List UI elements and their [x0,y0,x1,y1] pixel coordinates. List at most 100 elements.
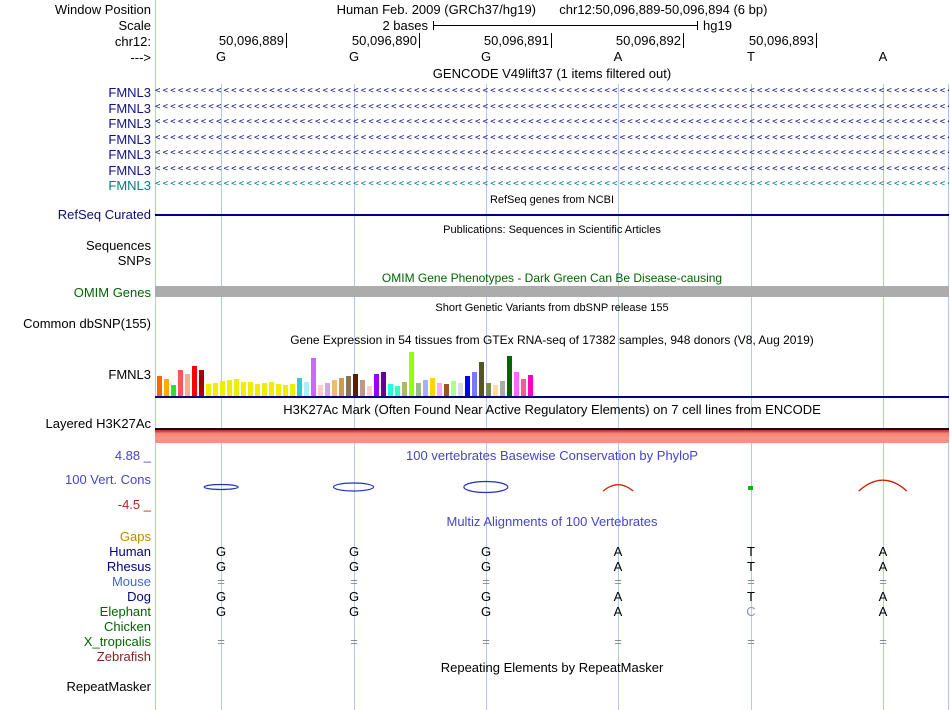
gene-intron-arrows[interactable]: <<<<<<<<<<<<<<<<<<<<<<<<<<<<<<<<<<<<<<<<… [155,116,949,129]
genome-browser-view: Window Position Human Feb. 2009 (GRCh37/… [0,0,950,710]
species-label-chicken[interactable]: Chicken [0,619,151,634]
gtex-tissue-bar [388,384,393,396]
species-label-x_tropicalis[interactable]: X_tropicalis [0,634,151,649]
reference-base: G [348,49,360,64]
track-title-refseq[interactable]: RefSeq genes from NCBI [155,194,949,206]
phylop-wiggle[interactable] [155,476,949,498]
gene-intron-arrows[interactable]: <<<<<<<<<<<<<<<<<<<<<<<<<<<<<<<<<<<<<<<<… [155,163,949,176]
track-title-repeatmasker[interactable]: Repeating Elements by RepeatMasker [155,660,949,675]
track-label-refseq-curated[interactable]: RefSeq Curated [0,207,151,222]
gtex-tissue-bar [332,380,337,396]
reference-base: G [480,49,492,64]
gtex-tissue-bar [346,376,351,396]
alignment-base: = [614,634,622,649]
gtex-tissue-bar [269,382,274,396]
track-label-sequences[interactable]: Sequences [0,238,151,253]
chrom-label: chr12: [114,34,151,49]
track-label-snps[interactable]: SNPs [0,253,151,268]
reference-base: G [215,49,227,64]
phylop-lens [463,480,509,494]
gtex-tissue-bar [255,384,260,396]
gtex-tissue-bar [521,379,526,396]
track-label-layered-h3k27ac[interactable]: Layered H3K27Ac [0,416,151,431]
reference-base: A [613,49,623,64]
gtex-tissue-bar [171,385,176,396]
gene-label-fmnl3[interactable]: FMNL3 [0,85,151,100]
track-label-common-dbsnp[interactable]: Common dbSNP(155) [0,316,151,331]
track-title-phylop[interactable]: 100 vertebrates Basewise Conservation by… [155,448,949,463]
gtex-tissue-bar [500,381,505,396]
alignment-base: A [613,544,623,559]
species-label-elephant[interactable]: Elephant [0,604,151,619]
alignment-base: = [217,634,225,649]
gene-label-fmnl3[interactable]: FMNL3 [0,147,151,162]
gene-label-fmnl3[interactable]: FMNL3 [0,178,151,193]
h3k27ac-signal-bar[interactable] [155,428,949,443]
alignment-base: A [878,544,888,559]
gtex-tissue-bar [311,358,316,396]
track-label-omim-genes[interactable]: OMIM Genes [0,285,151,300]
alignment-base: = [879,634,887,649]
refseq-gene-bar[interactable] [155,214,949,216]
gtex-baseline [155,396,949,398]
species-label-dog[interactable]: Dog [0,589,151,604]
alignment-base: = [350,574,358,589]
gtex-expression-bars[interactable] [157,351,537,396]
gene-label-fmnl3[interactable]: FMNL3 [0,116,151,131]
track-title-gtex[interactable]: Gene Expression in 54 tissues from GTEx … [155,333,949,347]
track-title-gencode[interactable]: GENCODE V49lift37 (1 items filtered out) [155,66,949,81]
track-label-100-vert-cons[interactable]: 100 Vert. Cons [0,472,151,487]
phylop-min-label: -4.5 _ [117,497,151,512]
ruler-tick: 50,096,892 [616,33,684,48]
gtex-tissue-bar [241,382,246,396]
alignment-base: = [482,574,490,589]
gene-intron-arrows[interactable]: <<<<<<<<<<<<<<<<<<<<<<<<<<<<<<<<<<<<<<<<… [155,101,949,114]
gtex-tissue-bar [297,378,302,396]
gtex-tissue-bar [276,384,281,396]
track-title-publications[interactable]: Publications: Sequences in Scientific Ar… [155,224,949,236]
position-range-label: chr12:50,096,889-50,096,894 (6 bp) [559,2,768,17]
track-title-dbsnp[interactable]: Short Genetic Variants from dbSNP releas… [155,302,949,314]
track-title-h3k27ac[interactable]: H3K27Ac Mark (Often Found Near Active Re… [155,402,949,417]
species-label-mouse[interactable]: Mouse [0,574,151,589]
scale-bases-text: 2 bases [382,18,428,33]
ruler-tick: 50,096,889 [219,33,287,48]
species-label-human[interactable]: Human [0,544,151,559]
alignment-base: G [348,544,360,559]
alignment-base: G [348,589,360,604]
gene-label-fmnl3[interactable]: FMNL3 [0,101,151,116]
gtex-tissue-bar [185,374,190,396]
gene-intron-arrows[interactable]: <<<<<<<<<<<<<<<<<<<<<<<<<<<<<<<<<<<<<<<<… [155,85,949,98]
gene-intron-arrows[interactable]: <<<<<<<<<<<<<<<<<<<<<<<<<<<<<<<<<<<<<<<<… [155,132,949,145]
track-title-multiz[interactable]: Multiz Alignments of 100 Vertebrates [155,514,949,529]
gene-label-fmnl3[interactable]: FMNL3 [0,132,151,147]
gtex-tissue-bar [395,386,400,396]
omim-gene-bar[interactable] [155,286,949,297]
track-label-gtex-fmnl3[interactable]: FMNL3 [0,367,151,382]
phylop-max-label: 4.88 _ [114,448,151,463]
track-label-repeatmasker[interactable]: RepeatMasker [0,679,151,694]
ruler-tick: 50,096,893 [749,33,817,48]
gene-label-fmnl3[interactable]: FMNL3 [0,163,151,178]
alignment-base: G [215,544,227,559]
gtex-tissue-bar [444,384,449,396]
phylop-lens [332,482,375,492]
gene-intron-arrows[interactable]: <<<<<<<<<<<<<<<<<<<<<<<<<<<<<<<<<<<<<<<<… [155,178,949,191]
scale-assembly-text: hg19 [703,18,732,33]
gtex-tissue-bar [248,382,253,396]
gtex-tissue-bar [290,384,295,396]
alignment-base: T [747,589,755,604]
species-label-zebrafish[interactable]: Zebrafish [0,649,151,664]
track-title-omim[interactable]: OMIM Gene Phenotypes - Dark Green Can Be… [155,271,949,285]
alignment-base: A [613,559,623,574]
gtex-tissue-bar [486,383,491,396]
gene-intron-arrows[interactable]: <<<<<<<<<<<<<<<<<<<<<<<<<<<<<<<<<<<<<<<<… [155,147,949,160]
gtex-tissue-bar [157,376,162,396]
scale-label: Scale [118,18,151,33]
gtex-tissue-bar [458,383,463,396]
strand-direction-label: ---> [130,50,151,65]
species-label-gaps[interactable]: Gaps [0,529,151,544]
window-position-value: Human Feb. 2009 (GRCh37/hg19) chr12:50,0… [155,2,949,17]
species-label-rhesus[interactable]: Rhesus [0,559,151,574]
gtex-tissue-bar [465,376,470,396]
